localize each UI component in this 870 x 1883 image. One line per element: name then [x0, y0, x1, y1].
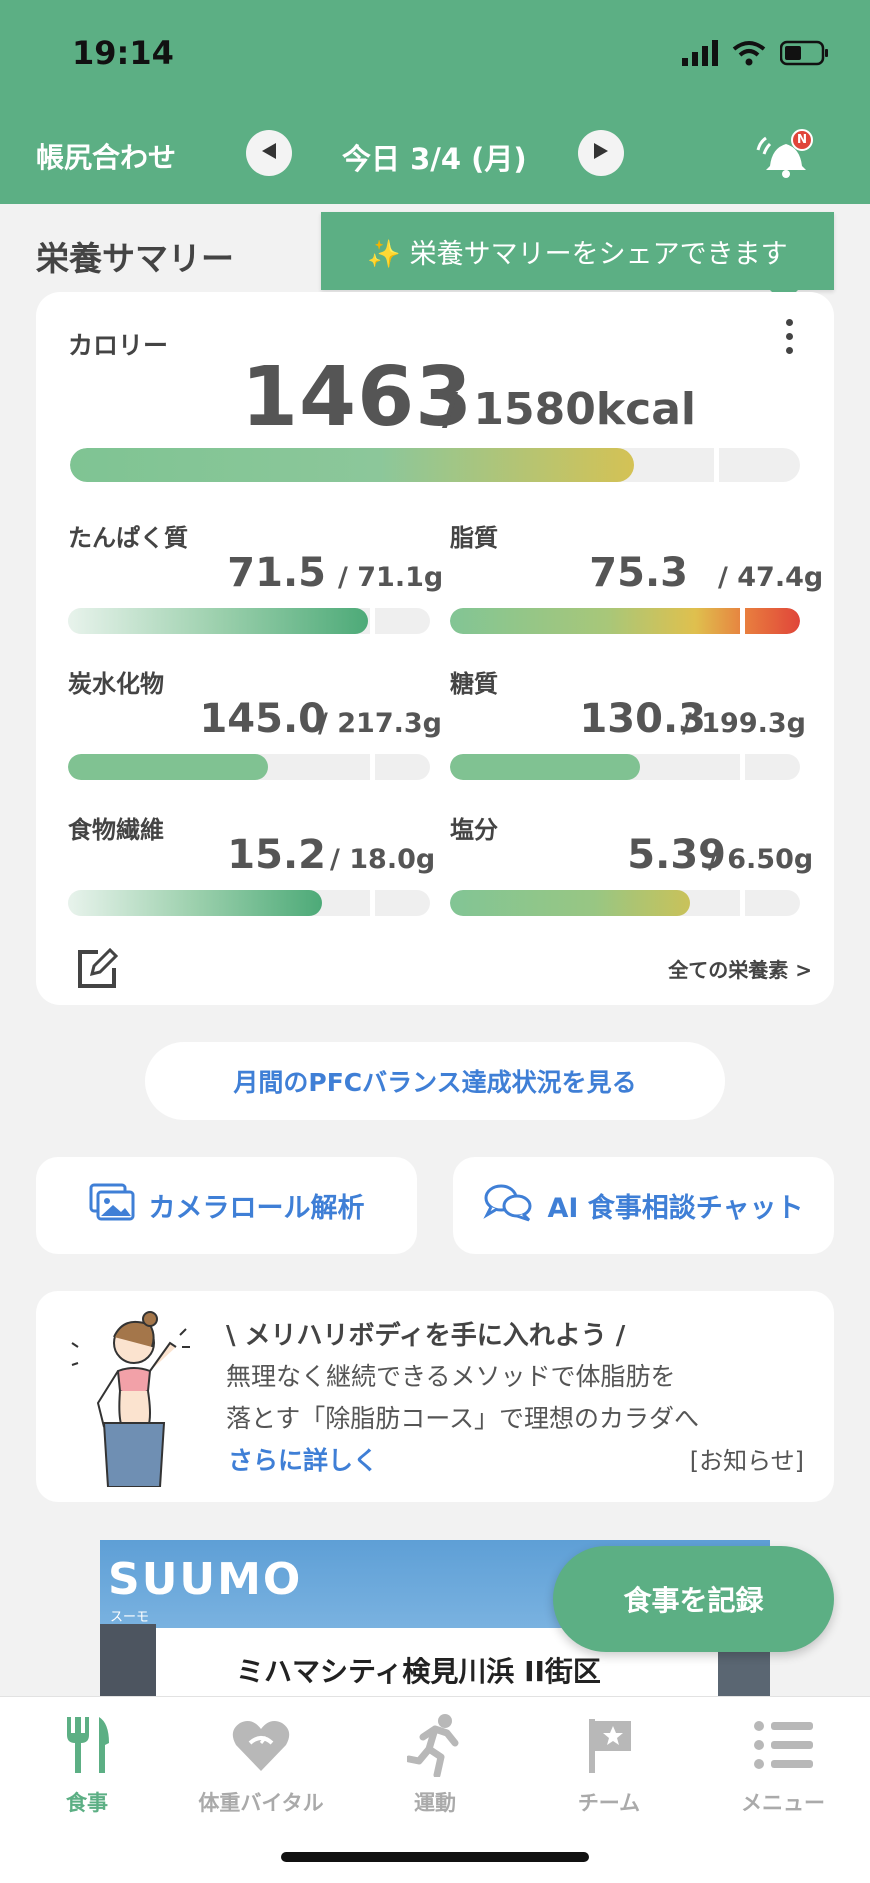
tab-menu[interactable]: メニュー — [696, 1711, 870, 1821]
suumo-logo-sub: スーモ — [110, 1610, 150, 1625]
home-indicator — [281, 1852, 589, 1862]
tab-weight-vitals[interactable]: 体重バイタル — [174, 1711, 348, 1821]
triangle-left-icon — [260, 141, 278, 165]
status-icons — [682, 38, 830, 72]
fat-value: 75.3 — [589, 550, 688, 596]
prev-day-button[interactable] — [246, 130, 292, 176]
protein-progress-bar — [68, 608, 430, 634]
adjust-balance-link[interactable]: 帳尻合わせ — [36, 136, 176, 176]
next-day-button[interactable] — [578, 130, 624, 176]
tab-weight-vitals-label: 体重バイタル — [198, 1791, 324, 1815]
tab-meal-label: 食事 — [66, 1791, 108, 1815]
protein-progress-fill — [68, 608, 368, 634]
carbs-progress-fill — [68, 754, 268, 780]
salt-target: / 6.50g — [708, 844, 814, 875]
carbs-target-tick — [370, 754, 375, 780]
suumo-logo: SUUMO — [108, 1554, 303, 1605]
salt-progress-bar — [450, 890, 800, 916]
chat-bubbles-icon — [483, 1182, 533, 1229]
protein-target-tick — [370, 608, 375, 634]
more-options-icon[interactable] — [784, 319, 794, 354]
fiber-progress-fill — [68, 890, 322, 916]
sugar-target-tick — [740, 754, 745, 780]
promo-text-line2: 落とす「除脂肪コース」で理想のカラダへ — [226, 1404, 700, 1433]
protein-label: たんぱく質 — [68, 524, 188, 552]
ai-chat-label: AI 食事相談チャット — [547, 1193, 804, 1224]
salt-target-tick — [740, 890, 745, 916]
share-tooltip[interactable]: ✨ 栄養サマリーをシェアできます — [321, 212, 834, 304]
tab-exercise-label: 運動 — [414, 1791, 456, 1815]
promo-more-link[interactable]: さらに詳しく — [228, 1441, 378, 1477]
status-time: 19:14 — [72, 34, 174, 72]
promo-notice-tag: [お知らせ] — [689, 1447, 804, 1475]
sugar-target: / 199.3g — [682, 708, 806, 739]
tab-exercise[interactable]: 運動 — [348, 1711, 522, 1821]
fat-progress-fill — [450, 608, 800, 634]
building-image — [100, 1624, 156, 1696]
fat-progress-bar — [450, 608, 800, 634]
fitness-illustration — [64, 1307, 204, 1491]
fiber-progress-bar — [68, 890, 430, 916]
fat-target-tick — [740, 608, 745, 634]
calorie-target-tick — [714, 448, 719, 482]
fat-label: 脂質 — [450, 524, 498, 552]
list-menu-icon — [753, 1711, 813, 1779]
tab-team[interactable]: チーム — [522, 1711, 696, 1821]
sugar-progress-fill — [450, 754, 640, 780]
promo-text-line1: 無理なく継続できるメソッドで体脂肪を — [226, 1362, 676, 1391]
battery-icon — [779, 40, 830, 70]
calorie-target: / 1580kcal — [442, 384, 696, 435]
carbs-value: 145.0 — [199, 696, 326, 742]
sugar-value: 130.3 — [579, 696, 706, 742]
flag-star-icon — [583, 1711, 635, 1779]
header: 19:14 帳尻合わせ 今日 3/4 (月) N — [0, 0, 870, 204]
notification-button[interactable]: N — [750, 126, 814, 182]
pfc-balance-button[interactable]: 月間のPFCバランス達成状況を見る — [145, 1042, 725, 1120]
sugar-label: 糖質 — [450, 670, 498, 698]
bell-icon — [750, 129, 814, 186]
salt-progress-fill — [450, 890, 690, 916]
record-meal-button[interactable]: 食事を記録 — [553, 1546, 834, 1652]
wifi-icon — [732, 40, 766, 70]
signal-icon — [682, 40, 718, 70]
promo-title: \ メリハリボディを手に入れよう / — [226, 1321, 626, 1351]
fork-knife-icon — [61, 1711, 113, 1779]
ai-chat-button[interactable]: AI 食事相談チャット — [453, 1157, 834, 1254]
fiber-target: / 18.0g — [330, 844, 436, 875]
calorie-progress-bar — [70, 448, 800, 482]
carbs-target: / 217.3g — [318, 708, 442, 739]
runner-icon — [407, 1711, 463, 1779]
fat-target: / 47.4g — [718, 562, 824, 593]
calorie-label: カロリー — [68, 331, 169, 360]
carbs-label: 炭水化物 — [68, 670, 164, 698]
carbs-progress-bar — [68, 754, 430, 780]
current-date[interactable]: 今日 3/4 (月) — [342, 136, 527, 178]
salt-value: 5.39 — [627, 832, 726, 878]
calorie-value: 1463 — [241, 350, 474, 445]
fiber-value: 15.2 — [227, 832, 326, 878]
section-title: 栄養サマリー — [36, 239, 234, 278]
notification-badge: N — [796, 132, 808, 146]
camera-roll-button[interactable]: カメラロール解析 — [36, 1157, 417, 1254]
fiber-target-tick — [370, 890, 375, 916]
all-nutrients-link[interactable]: 全ての栄養素 > — [668, 954, 812, 983]
calorie-progress-fill — [70, 448, 634, 482]
tab-menu-label: メニュー — [741, 1791, 825, 1815]
nutrition-summary-card: カロリー 1463 / 1580kcal たんぱく質 71.5 / 71.1g … — [36, 292, 834, 1005]
share-tooltip-text: ✨ 栄養サマリーをシェアできます — [367, 238, 788, 270]
sugar-progress-bar — [450, 754, 800, 780]
photo-gallery-icon — [89, 1183, 135, 1228]
tab-team-label: チーム — [577, 1791, 641, 1815]
protein-value: 71.5 — [227, 550, 326, 596]
ad-headline: ミハマシティ検見川浜 II街区 — [236, 1655, 601, 1688]
camera-roll-label: カメラロール解析 — [148, 1193, 365, 1224]
tab-meal[interactable]: 食事 — [0, 1711, 174, 1821]
protein-target: / 71.1g — [338, 562, 444, 593]
promo-card[interactable]: \ メリハリボディを手に入れよう / 無理なく継続できるメソッドで体脂肪を 落と… — [36, 1291, 834, 1502]
triangle-right-icon — [592, 141, 610, 165]
edit-icon[interactable] — [76, 947, 119, 990]
heart-scale-icon — [230, 1711, 292, 1779]
